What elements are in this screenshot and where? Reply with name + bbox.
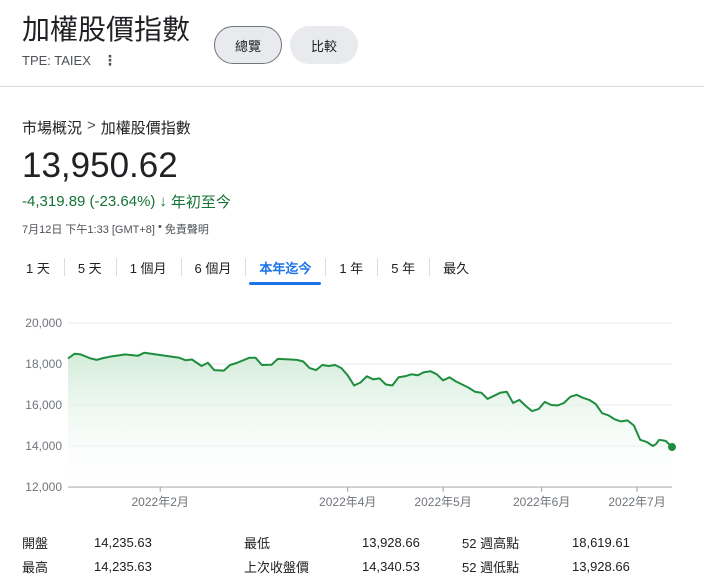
stats-table: 開盤 14,235.63 最低 13,928.66 52 週高點 18,619.… [22,530,682,578]
stat-value-high: 14,235.63 [94,558,152,574]
chart-last-point [668,443,676,452]
stat-label-52w-low: 52 週低點 [462,559,520,575]
chart-area-fill [68,352,672,487]
x-tick-label: 2022年2月 [132,495,189,509]
y-tick-label: 16,000 [25,398,62,412]
breadcrumb-current: 加權股價指數 [100,120,191,137]
stat-value-open: 14,235.63 [94,534,152,550]
y-tick-label: 20,000 [25,316,62,330]
y-tick-label: 14,000 [25,439,62,453]
stat-value-52w-low: 13,928.66 [572,558,630,574]
more-options-icon[interactable]: ⋮ [103,52,117,69]
stat-label-prev-close: 上次收盤價 [244,559,310,575]
y-tick-label: 12,000 [25,480,62,494]
ticker-symbol: TPE: TAIEX ⋮ [22,52,117,69]
range-tabs: 1 天 5 天 1 個月 6 個月 本年迄今 1 年 5 年 最久 [12,252,483,285]
compare-button[interactable]: 比較 [290,26,358,64]
price-change: -4,319.89 (-23.64%) ↓ 年初至今 [22,191,231,212]
tab-max[interactable]: 最久 [429,252,483,285]
arrow-down-icon: ↓ [159,193,167,210]
stat-label-52w-high: 52 週高點 [462,535,520,551]
ticker-label: TPE: TAIEX [22,53,91,68]
breadcrumb-root[interactable]: 市場概況 [22,117,82,138]
stat-value-prev-close: 14,340.53 [362,558,420,574]
stat-label-open: 開盤 [22,535,49,551]
stat-value-low: 13,928.66 [362,534,420,550]
quote-meta: 7月12日 下午1:33 [GMT+8] • 免責聲明 [22,221,209,237]
x-tick-label: 2022年6月 [513,495,570,509]
tab-5-days[interactable]: 5 天 [63,252,116,285]
tab-5-years[interactable]: 5 年 [377,252,429,285]
x-tick-label: 2022年5月 [414,495,471,509]
price-chart[interactable]: 12,000 14,000 16,000 18,000 20,000 2022年2月 20… [0,305,704,515]
disclaimer-link[interactable]: 免責聲明 [165,221,209,237]
page-title: 加權股價指數 [22,14,191,45]
change-value: -4,319.89 (-23.64%) [22,193,156,210]
breadcrumb-separator: > [87,117,96,134]
x-tick-label: 2022年4月 [319,495,376,509]
stat-label-high: 最高 [22,559,49,575]
tab-1-month[interactable]: 1 個月 [115,252,181,285]
quote-timestamp: 7月12日 下午1:33 [GMT+8] [22,224,155,236]
stats-row: 開盤 14,235.63 最低 13,928.66 52 週高點 18,619.… [22,530,682,554]
tab-6-months[interactable]: 6 個月 [180,252,246,285]
stat-value-52w-high: 18,619.61 [572,534,630,550]
tab-1-year[interactable]: 1 年 [325,252,377,285]
current-price: 13,950.62 [22,146,178,185]
header-divider [0,86,704,87]
y-tick-label: 18,000 [25,357,62,371]
overview-button[interactable]: 總覽 [214,26,282,64]
stat-label-low: 最低 [244,535,271,551]
change-period: 年初至今 [170,194,231,211]
meta-separator: • [157,221,162,233]
x-tick-label: 2022年7月 [608,495,665,509]
breadcrumb: 市場概況 > 加權股價指數 [22,117,191,138]
stats-row: 最高 14,235.63 上次收盤價 14,340.53 52 週低點 13,9… [22,554,682,578]
tab-1-day[interactable]: 1 天 [12,252,64,285]
tab-ytd[interactable]: 本年迄今 [245,252,325,285]
